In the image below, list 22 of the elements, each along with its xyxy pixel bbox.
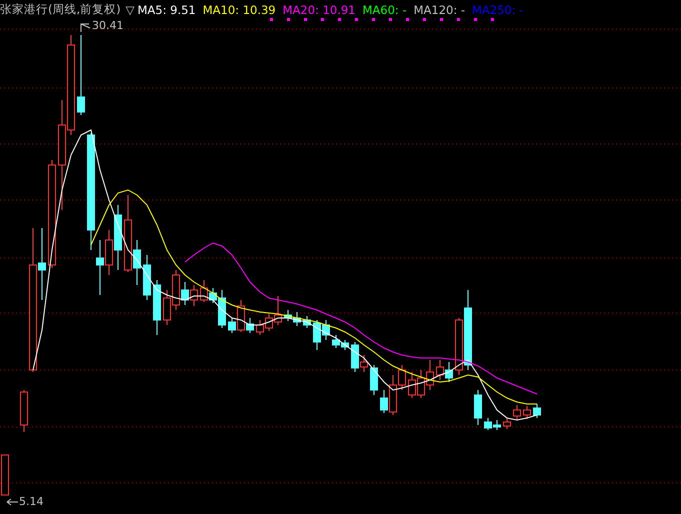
- indicator-label: MA5: 9.51: [138, 2, 196, 16]
- candlestick: [370, 364, 378, 396]
- high-price-label: 30.41: [92, 19, 124, 32]
- candlestick: [143, 254, 151, 300]
- candlestick: [20, 390, 28, 432]
- indicator-label: MA250: -: [472, 2, 524, 16]
- low-arrow-icon: [6, 498, 18, 506]
- chart-title: 张家港行(周线,前复权): [0, 2, 121, 17]
- indicator-label: MA20: 10.91: [282, 2, 356, 16]
- candlestick: [523, 406, 531, 420]
- high-arrow-icon: [80, 24, 90, 32]
- candlestick: [474, 390, 482, 426]
- toggle-button[interactable]: ▽: [126, 2, 134, 16]
- candlestick: [513, 404, 521, 420]
- low-price-label: 5.14: [19, 495, 44, 508]
- indicator-label: MA10: 10.39: [202, 2, 276, 16]
- candlestick: [503, 418, 511, 430]
- indicator-label: MA60: -: [362, 2, 407, 16]
- indicator-label: MA120: -: [414, 2, 466, 16]
- candlestick: [303, 316, 311, 328]
- candlestick: [533, 404, 541, 418]
- candlestick: [153, 280, 161, 336]
